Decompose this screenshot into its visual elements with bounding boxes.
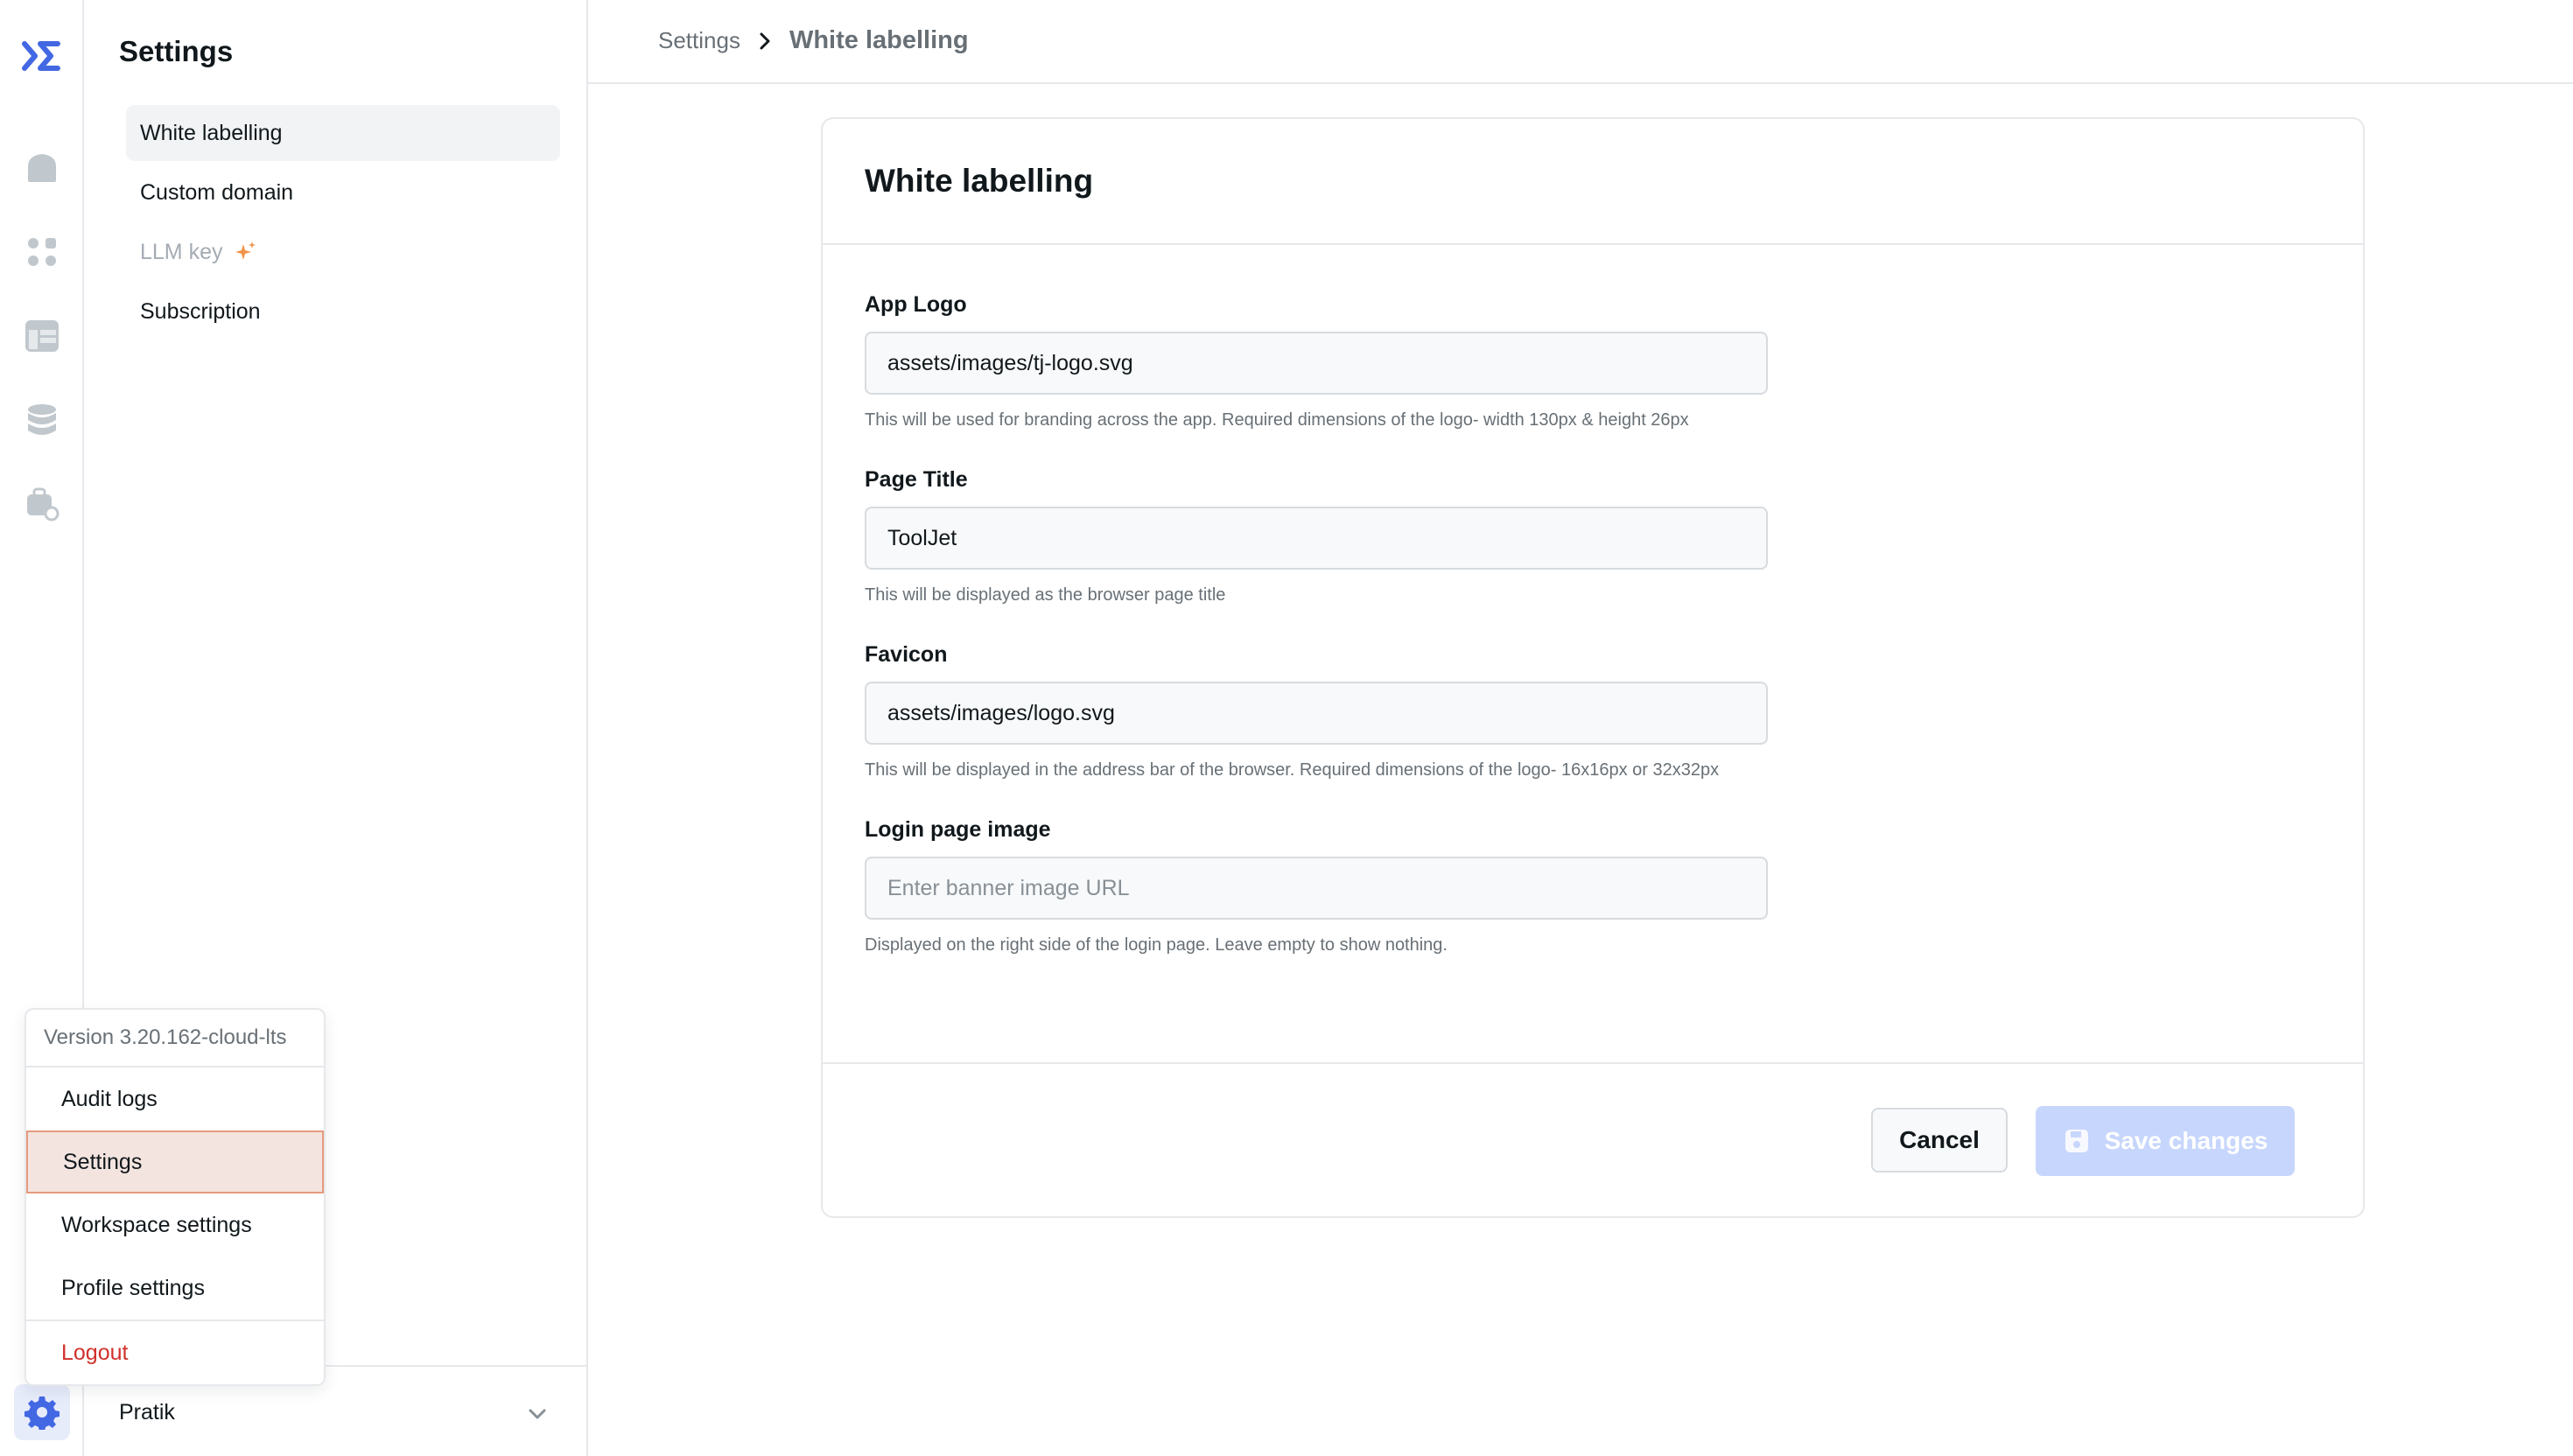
field-label: Favicon bbox=[865, 642, 948, 667]
save-button-label: Save changes bbox=[2104, 1127, 2268, 1154]
sidebar-item-label: White labelling bbox=[140, 120, 283, 145]
sidebar-item-label: LLM key bbox=[140, 239, 223, 264]
workflow-icon[interactable] bbox=[21, 483, 63, 525]
gear-icon bbox=[25, 1396, 60, 1430]
field-help: Displayed on the right side of the login… bbox=[865, 935, 1448, 955]
card-header: White labelling bbox=[823, 119, 2363, 245]
page-title-field: Page Title ToolJet This will be displaye… bbox=[865, 467, 1768, 606]
save-changes-button[interactable]: Save changes bbox=[2036, 1106, 2295, 1176]
sidebar-item-custom-domain[interactable]: Custom domain bbox=[126, 164, 560, 220]
sidebar-item-llm-key[interactable]: LLM key bbox=[126, 224, 560, 280]
menu-item-audit-logs[interactable]: Audit logs bbox=[26, 1068, 324, 1130]
sidebar-item-label: Subscription bbox=[140, 298, 261, 324]
menu-item-profile-settings[interactable]: Profile settings bbox=[26, 1256, 324, 1320]
menu-item-settings[interactable]: Settings bbox=[26, 1130, 324, 1194]
breadcrumb: Settings White labelling bbox=[658, 26, 969, 55]
chevron-down-icon[interactable] bbox=[525, 1402, 550, 1426]
app-logo-input[interactable]: assets/images/tj-logo.svg bbox=[865, 332, 1768, 395]
favicon-field: Favicon assets/images/logo.svg This will… bbox=[865, 642, 1768, 780]
field-label: App Logo bbox=[865, 292, 967, 317]
field-label: Page Title bbox=[865, 467, 968, 492]
home-icon[interactable] bbox=[21, 147, 63, 189]
settings-popup-menu: Version 3.20.162-cloud-lts Audit logs Se… bbox=[25, 1008, 326, 1386]
login-page-image-input[interactable]: Enter banner image URL bbox=[865, 857, 1768, 920]
user-name: Pratik bbox=[119, 1400, 175, 1424]
sidebar-item-label: Custom domain bbox=[140, 179, 294, 205]
card-footer: Cancel Save changes bbox=[823, 1062, 2363, 1218]
menu-item-logout[interactable]: Logout bbox=[26, 1320, 324, 1384]
app-logo-field: App Logo assets/images/tj-logo.svg This … bbox=[865, 292, 1768, 430]
white-labelling-card: White labelling App Logo assets/images/t… bbox=[821, 117, 2365, 1218]
table-icon[interactable] bbox=[21, 315, 63, 357]
apps-grid-icon[interactable] bbox=[21, 231, 63, 273]
sidebar-item-white-labelling[interactable]: White labelling bbox=[126, 105, 560, 161]
favicon-input[interactable]: assets/images/logo.svg bbox=[865, 682, 1768, 745]
page-title-input[interactable]: ToolJet bbox=[865, 507, 1768, 570]
cancel-button[interactable]: Cancel bbox=[1871, 1108, 2008, 1172]
version-label: Version 3.20.162-cloud-lts bbox=[26, 1010, 324, 1068]
field-help: This will be used for branding across th… bbox=[865, 410, 1689, 430]
field-label: Login page image bbox=[865, 817, 1051, 842]
sidebar-title: Settings bbox=[119, 35, 234, 67]
save-icon bbox=[2065, 1130, 2088, 1152]
settings-gear-button[interactable] bbox=[14, 1384, 70, 1440]
database-icon[interactable] bbox=[21, 399, 63, 441]
sparkle-icon bbox=[235, 242, 256, 260]
sidebar-item-subscription[interactable]: Subscription bbox=[126, 284, 560, 340]
login-page-image-field: Login page image Enter banner image URL … bbox=[865, 817, 1768, 956]
tooljet-logo-icon[interactable] bbox=[19, 37, 65, 75]
chevron-right-icon bbox=[760, 32, 770, 49]
breadcrumb-current: White labelling bbox=[789, 26, 969, 54]
breadcrumb-root[interactable]: Settings bbox=[658, 27, 740, 54]
card-title: White labelling bbox=[865, 163, 1094, 199]
menu-item-workspace-settings[interactable]: Workspace settings bbox=[26, 1194, 324, 1256]
top-bar: Settings White labelling bbox=[588, 0, 2573, 84]
field-help: This will be displayed in the address ba… bbox=[865, 760, 1720, 780]
field-help: This will be displayed as the browser pa… bbox=[865, 585, 1226, 605]
